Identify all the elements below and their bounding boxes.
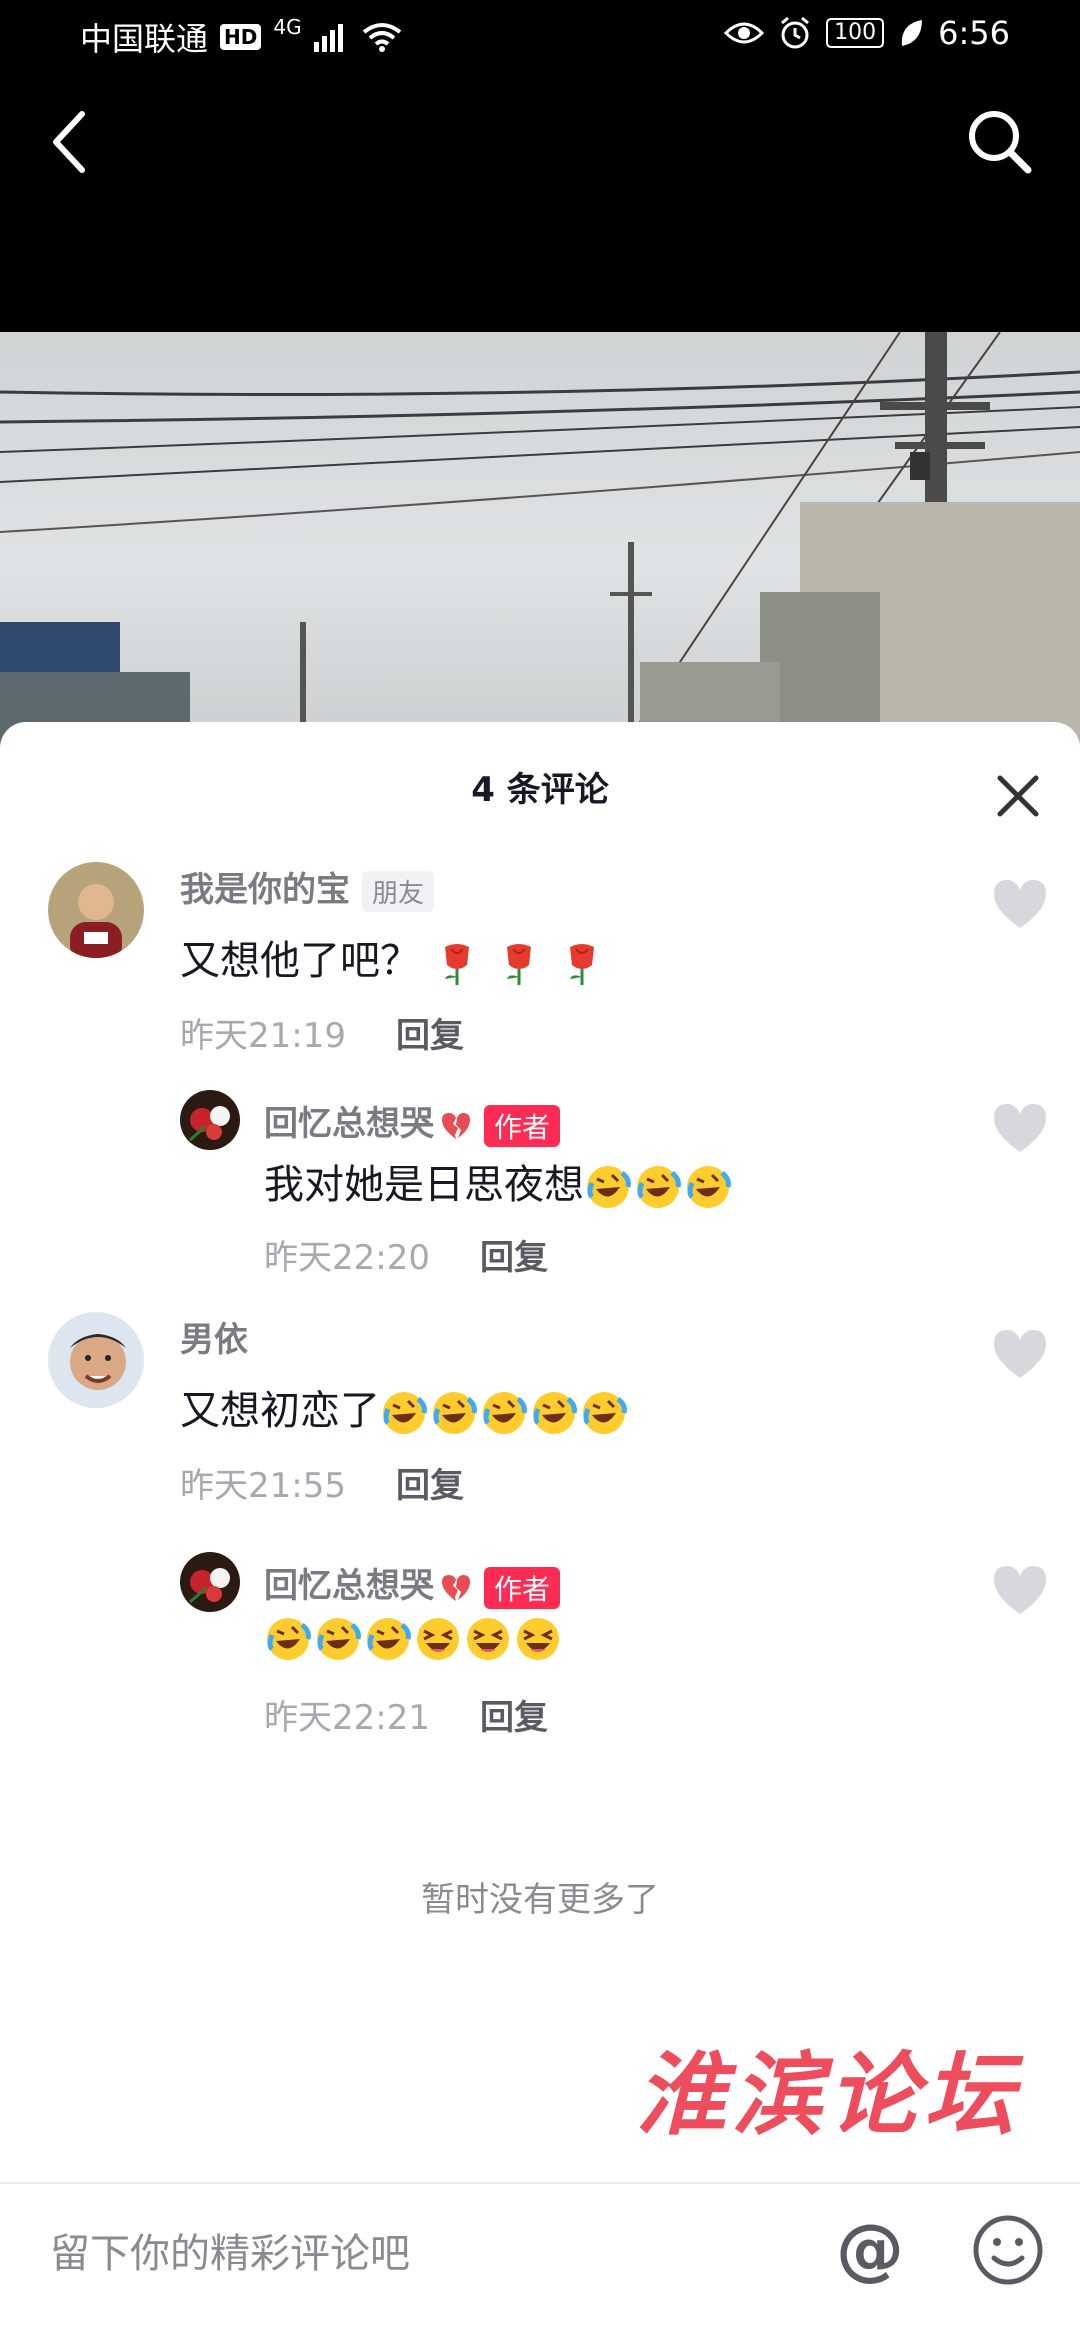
no-more-comments-label: 暂时没有更多了 <box>421 1880 659 1920</box>
eye-icon <box>724 22 765 44</box>
comment-item: 男依 又想初恋了 昨天21:55 回复 <box>0 1312 1080 1522</box>
network-label: 4G <box>273 15 302 39</box>
reply-item: 回忆总想哭 作者 我对她是日思夜想 昨天22:20 回复 <box>0 1090 1080 1290</box>
alarm-icon <box>781 16 810 49</box>
back-chevron-icon <box>53 111 85 173</box>
rose-emoji-icon <box>507 944 532 985</box>
rofl-emoji-icon <box>367 1618 411 1660</box>
author-badge: 作者 <box>484 1566 561 1609</box>
battery-indicator: 100 <box>826 18 885 48</box>
reply-item: 回忆总想哭 作者 昨天22:21 回复 <box>0 1552 1080 1752</box>
carrier-label: 中国联通 <box>80 20 209 58</box>
comment-meta: 昨天22:20 回复 <box>264 1230 548 1279</box>
status-right: 100 6:56 <box>724 14 1010 52</box>
reply-button[interactable]: 回复 <box>396 1016 464 1056</box>
author-name[interactable]: 回忆总想哭 <box>264 1566 434 1606</box>
like-button[interactable] <box>990 1326 1050 1382</box>
avatar[interactable] <box>180 1090 240 1150</box>
status-left: 中国联通 HD 4G <box>80 14 402 60</box>
comment-time: 昨天21:55 <box>180 1466 346 1506</box>
comment-author[interactable]: 回忆总想哭 作者 <box>264 1096 561 1147</box>
squinting-laugh-emoji-icon <box>417 1618 459 1660</box>
top-nav <box>0 72 1080 332</box>
rofl-emoji-icon <box>583 1392 627 1434</box>
smiley-icon <box>973 2215 1043 2285</box>
video-frame <box>0 332 1080 752</box>
like-button[interactable] <box>990 876 1050 932</box>
reply-button[interactable]: 回复 <box>480 1238 548 1278</box>
avatar[interactable] <box>48 1312 144 1408</box>
hd-badge: HD <box>220 24 262 50</box>
back-button[interactable] <box>40 102 100 182</box>
author-badge: 作者 <box>484 1104 561 1147</box>
comment-time: 昨天21:19 <box>180 1016 346 1056</box>
mention-button[interactable]: @ <box>830 2210 910 2290</box>
comment-item: 我是你的宝 朋友 又想他了吧？ 昨天21:19 回复 <box>0 862 1080 1072</box>
comment-body: 又想他了吧？ <box>180 938 420 984</box>
rofl-emoji-icon <box>587 1166 631 1208</box>
heart-icon <box>994 1566 1046 1614</box>
rose-emoji-icon <box>444 944 469 985</box>
close-button[interactable] <box>990 768 1046 824</box>
rofl-emoji-icon <box>433 1392 477 1434</box>
video-player[interactable] <box>0 332 1080 752</box>
search-button[interactable] <box>960 102 1040 182</box>
like-button[interactable] <box>990 1100 1050 1156</box>
comment-time: 昨天22:20 <box>264 1238 430 1278</box>
heart-icon <box>994 1104 1046 1152</box>
emoji-button[interactable] <box>970 2212 1046 2288</box>
comment-text: 又想初恋了 <box>180 1378 630 1437</box>
comment-input[interactable] <box>50 2214 810 2294</box>
heart-icon <box>994 880 1046 928</box>
close-icon <box>997 775 1039 817</box>
comment-text: 又想他了吧？ <box>180 928 608 987</box>
squinting-laugh-emoji-icon <box>517 1618 559 1660</box>
comment-author[interactable]: 男依 <box>180 1312 248 1361</box>
wifi-icon <box>362 23 401 52</box>
comment-time: 昨天22:21 <box>264 1698 430 1738</box>
squinting-laugh-emoji-icon <box>467 1618 509 1660</box>
reply-button[interactable]: 回复 <box>480 1698 548 1738</box>
leaf-icon <box>901 20 923 46</box>
comment-author[interactable]: 我是你的宝 朋友 <box>180 862 435 912</box>
comments-sheet: 4 条评论 我是你的宝 朋友 又想他了吧？ 昨天21:19 回复 回忆总想哭 作… <box>0 722 1080 2340</box>
comment-meta: 昨天22:21 回复 <box>264 1690 548 1739</box>
avatar[interactable] <box>48 862 144 958</box>
comment-text: 我对她是日思夜想 <box>264 1152 734 1211</box>
comments-count-title: 4 条评论 <box>471 770 609 810</box>
comment-body: 又想初恋了 <box>180 1388 380 1434</box>
rose-emoji-icon <box>570 944 595 985</box>
heart-icon <box>994 1330 1046 1378</box>
rofl-emoji-icon <box>267 1618 311 1660</box>
signal-icon <box>313 24 343 52</box>
author-name[interactable]: 回忆总想哭 <box>264 1104 434 1144</box>
broken-heart-icon <box>442 1112 470 1139</box>
author-name[interactable]: 我是你的宝 <box>180 870 350 910</box>
rofl-emoji-icon <box>317 1618 361 1660</box>
rofl-emoji-icon <box>533 1392 577 1434</box>
comment-meta: 昨天21:19 回复 <box>180 1008 464 1057</box>
author-name[interactable]: 男依 <box>180 1320 248 1360</box>
search-icon <box>969 111 1032 174</box>
status-bar: 中国联通 HD 4G 100 6:56 <box>0 0 1080 72</box>
comment-input-bar: @ <box>0 2184 1080 2340</box>
comment-body: 我对她是日思夜想 <box>264 1162 584 1208</box>
broken-heart-icon <box>442 1574 470 1601</box>
watermark: 淮滨论坛 <box>636 2042 1020 2148</box>
like-button[interactable] <box>990 1562 1050 1618</box>
avatar[interactable] <box>180 1552 240 1612</box>
rofl-emoji-icon <box>637 1166 681 1208</box>
comment-text <box>264 1614 564 1663</box>
rofl-emoji-icon <box>383 1392 427 1434</box>
clock-label: 6:56 <box>938 14 1010 52</box>
friend-badge: 朋友 <box>362 871 435 912</box>
rofl-emoji-icon <box>687 1166 731 1208</box>
comment-author[interactable]: 回忆总想哭 作者 <box>264 1558 561 1609</box>
comment-meta: 昨天21:55 回复 <box>180 1458 464 1507</box>
rofl-emoji-icon <box>483 1392 527 1434</box>
reply-button[interactable]: 回复 <box>396 1466 464 1506</box>
